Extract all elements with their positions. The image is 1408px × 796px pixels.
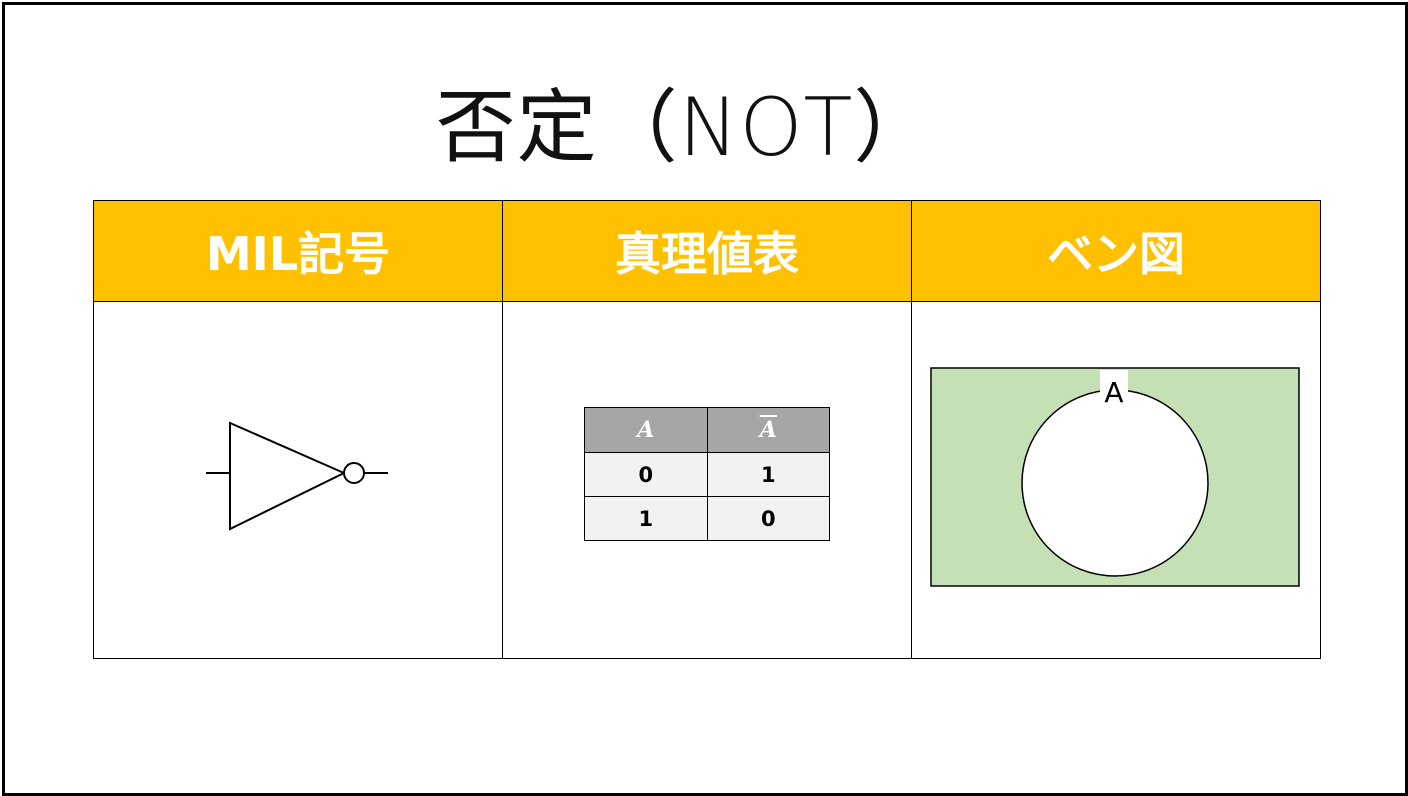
truth-table-cell: A A 0 1 1 0 <box>502 301 912 659</box>
header-truth-table: 真理値表 <box>502 200 912 302</box>
not-a-label: A <box>759 417 777 443</box>
mil-symbol-cell <box>93 301 503 659</box>
truth-cell: 0 <box>706 496 830 541</box>
slide: 否定（NOT） MIL記号 真理値表 ベン図 A A 0 1 1 0 A <box>2 2 1408 796</box>
header-venn-diagram: ベン図 <box>911 200 1321 302</box>
truth-col-a: A <box>584 407 708 453</box>
truth-table: A A 0 1 1 0 <box>584 407 830 541</box>
truth-cell: 0 <box>584 452 708 497</box>
gate-triangle <box>229 421 347 531</box>
truth-table-header-row: A A <box>584 407 830 453</box>
slide-title: 否定（NOT） <box>435 81 935 174</box>
venn-set-a-circle <box>1021 389 1209 577</box>
truth-cell: 1 <box>706 452 830 497</box>
venn-diagram-cell: A <box>911 301 1321 659</box>
venn-diagram: A <box>930 367 1300 587</box>
comparison-table: MIL記号 真理値表 ベン図 A A 0 1 1 0 A <box>93 200 1321 659</box>
truth-col-not-a: A <box>706 407 830 453</box>
not-gate-symbol <box>206 421 388 531</box>
truth-cell: 1 <box>584 496 708 541</box>
content-row: A A 0 1 1 0 A <box>93 301 1321 659</box>
venn-set-label: A <box>1104 376 1123 409</box>
truth-table-row: 0 1 <box>584 452 830 497</box>
header-row: MIL記号 真理値表 ベン図 <box>93 200 1321 302</box>
gate-inversion-bubble <box>343 462 365 484</box>
truth-table-row: 1 0 <box>584 496 830 541</box>
header-mil-symbol: MIL記号 <box>93 200 503 302</box>
